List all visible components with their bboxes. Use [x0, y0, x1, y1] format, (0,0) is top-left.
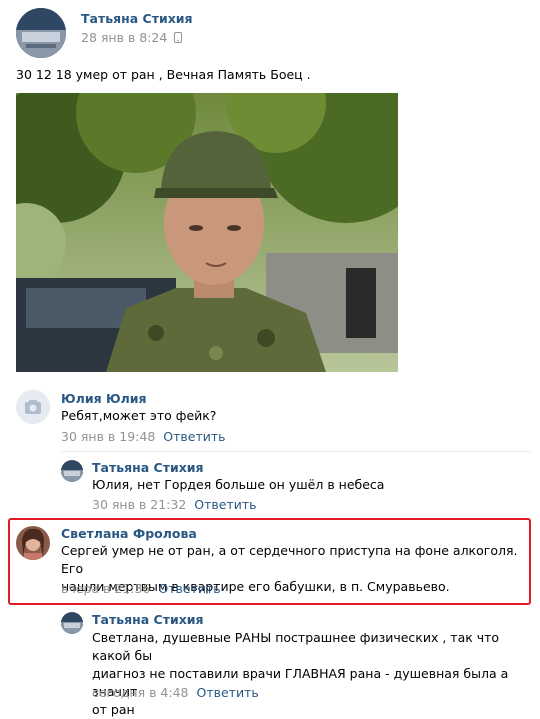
- comment-3-date[interactable]: вчера в 21:36: [61, 581, 150, 596]
- comment-1-author[interactable]: Юлия Юлия: [61, 391, 147, 406]
- comment-4-date[interactable]: сегодня в 4:48: [92, 685, 189, 700]
- phone-icon: [174, 31, 183, 46]
- post-date[interactable]: 28 янв в 8:24: [81, 30, 183, 46]
- comment-2-author[interactable]: Татьяна Стихия: [92, 460, 204, 475]
- comment-2-reply-button[interactable]: Ответить: [194, 497, 256, 512]
- comment-4-text: Светлана, душевные РАНЫ пострашнее физич…: [92, 629, 532, 719]
- comment-1-reply-button[interactable]: Ответить: [163, 429, 225, 444]
- camera-icon: [16, 390, 50, 424]
- comment-4-author[interactable]: Татьяна Стихия: [92, 612, 204, 627]
- comment-1-date[interactable]: 30 янв в 19:48: [61, 429, 155, 444]
- comment-4-footer: сегодня в 4:48 Ответить: [92, 685, 259, 700]
- comment-1-text: Ребят,может это фейк?: [61, 408, 217, 423]
- comment-3-footer: вчера в 21:36 Ответить: [61, 581, 221, 596]
- comment-2-avatar[interactable]: [61, 460, 83, 482]
- post-date-text[interactable]: 28 янв в 8:24: [81, 30, 167, 45]
- comment-4-text-line1: Светлана, душевные РАНЫ пострашнее физич…: [92, 630, 500, 663]
- post-photo[interactable]: [16, 93, 398, 372]
- post-author-avatar[interactable]: [16, 8, 66, 58]
- divider: [61, 451, 531, 452]
- comment-3-text-line1: Сергей умер не от ран, а от сердечного п…: [61, 543, 518, 576]
- post-text: 30 12 18 умер от ран , Вечная Память Бое…: [16, 67, 311, 82]
- comment-4-reply-button[interactable]: Ответить: [196, 685, 258, 700]
- post-author-name[interactable]: Татьяна Стихия: [81, 11, 193, 26]
- comment-1-avatar[interactable]: [16, 390, 50, 424]
- comment-4-avatar[interactable]: [61, 612, 83, 634]
- comment-4-text-line3: от ран: [92, 702, 135, 717]
- comment-2-footer: 30 янв в 21:32 Ответить: [92, 497, 257, 512]
- comment-1-footer: 30 янв в 19:48 Ответить: [61, 429, 226, 444]
- comment-2-date[interactable]: 30 янв в 21:32: [92, 497, 186, 512]
- comment-3-author[interactable]: Светлана Фролова: [61, 526, 197, 541]
- comment-2-text: Юлия, нет Гордея больше он ушёл в небеса: [92, 477, 385, 492]
- comment-3-reply-button[interactable]: Ответить: [158, 581, 220, 596]
- comment-3-avatar[interactable]: [16, 526, 50, 560]
